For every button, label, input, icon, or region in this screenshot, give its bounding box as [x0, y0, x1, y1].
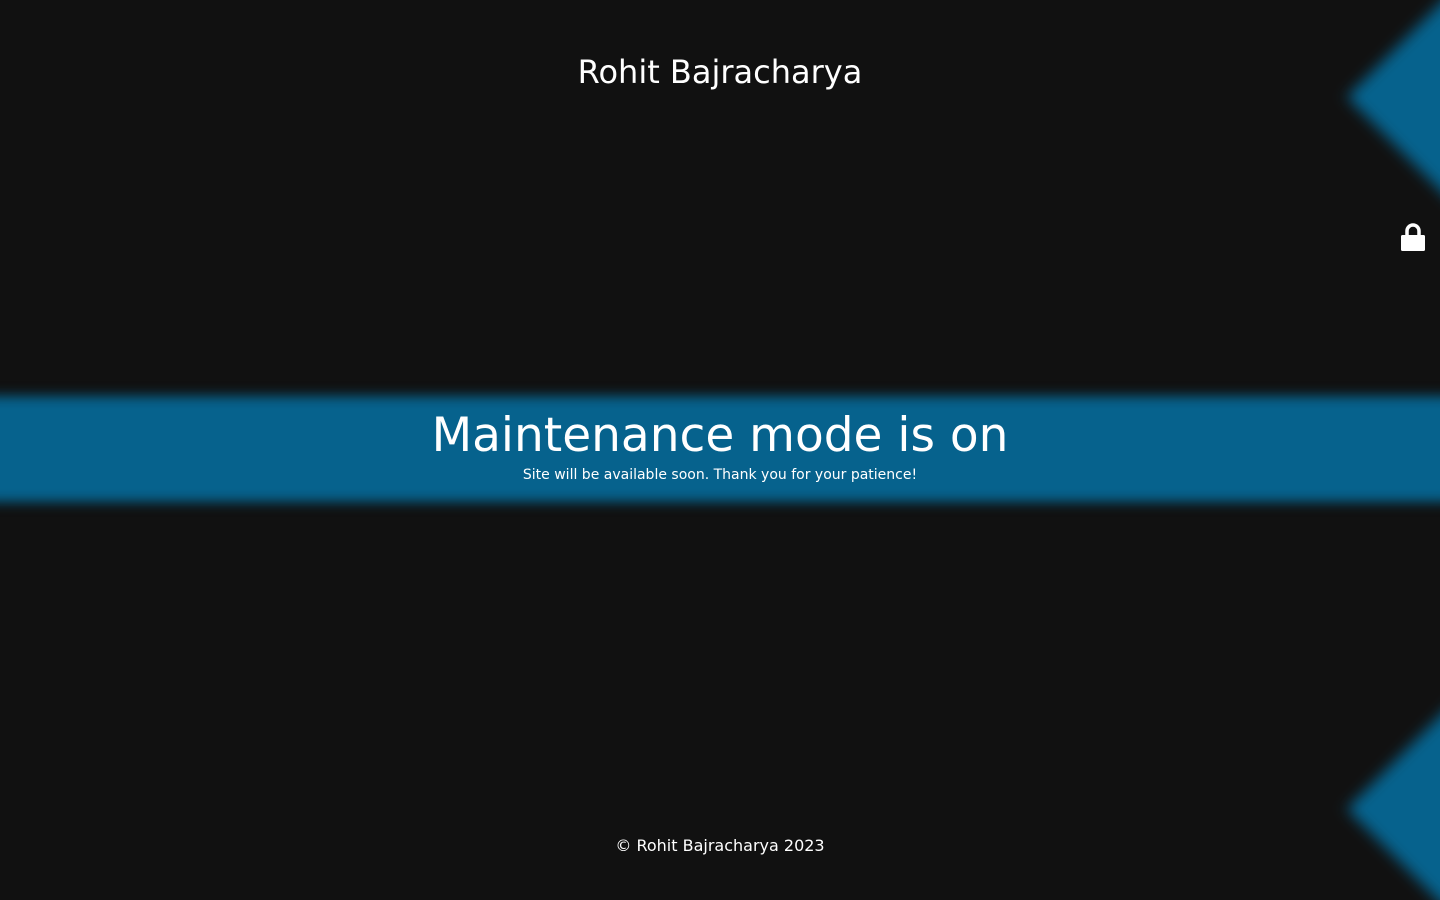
maintenance-subtext: Site will be available soon. Thank you f…	[522, 467, 918, 483]
footer-copyright: © Rohit Bajracharya 2023	[615, 836, 825, 855]
lock-icon[interactable]	[1400, 222, 1426, 252]
maintenance-heading: Maintenance mode is on	[431, 408, 1009, 463]
decorative-diamond-top	[1346, 0, 1440, 204]
lock-icon-graphic	[1401, 223, 1425, 251]
site-title: Rohit Bajracharya	[577, 53, 863, 91]
decorative-diamond-bottom	[1346, 702, 1440, 900]
